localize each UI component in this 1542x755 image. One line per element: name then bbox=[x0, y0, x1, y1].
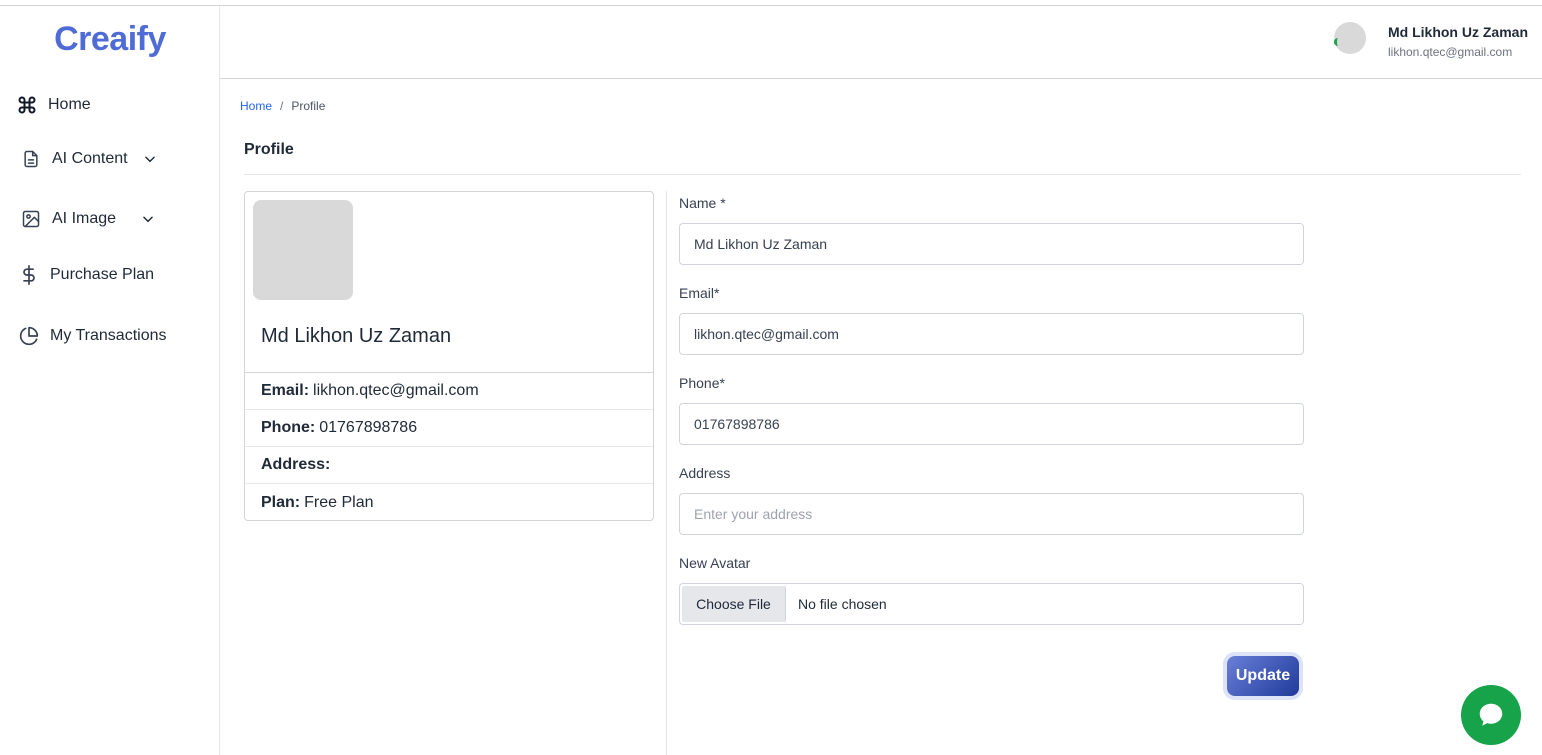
choose-file-button[interactable]: Choose File bbox=[682, 586, 786, 622]
sidebar-item-ai-image[interactable]: AI Image bbox=[20, 208, 156, 230]
online-status-indicator bbox=[1334, 38, 1342, 46]
command-icon bbox=[16, 94, 38, 116]
document-icon bbox=[20, 148, 42, 170]
top-header bbox=[220, 6, 1542, 79]
sidebar-item-label: Home bbox=[48, 96, 91, 113]
profile-details: Email: likhon.qtec@gmail.com Phone: 0176… bbox=[245, 372, 653, 521]
header-user-name[interactable]: Md Likhon Uz Zaman bbox=[1388, 24, 1528, 40]
column-divider bbox=[666, 191, 667, 755]
profile-email-label: Email: bbox=[261, 382, 310, 399]
page-title: Profile bbox=[244, 141, 294, 158]
breadcrumb-separator: / bbox=[280, 99, 284, 113]
email-label: Email* bbox=[679, 285, 720, 301]
name-label: Name * bbox=[679, 195, 726, 211]
profile-address-row: Address: bbox=[245, 447, 653, 484]
file-status-text: No file chosen bbox=[798, 596, 887, 612]
sidebar-item-label: Purchase Plan bbox=[50, 266, 155, 283]
chevron-down-icon[interactable] bbox=[142, 151, 158, 167]
phone-label: Phone* bbox=[679, 375, 725, 391]
profile-avatar bbox=[253, 200, 353, 300]
breadcrumb-current: Profile bbox=[291, 99, 326, 113]
breadcrumb-home-link[interactable]: Home bbox=[240, 99, 272, 113]
sidebar-item-label: My Transactions bbox=[50, 327, 167, 344]
avatar-file-input[interactable]: Choose File No file chosen bbox=[679, 583, 1304, 625]
title-divider bbox=[244, 174, 1521, 175]
header-user-email: likhon.qtec@gmail.com bbox=[1388, 45, 1513, 59]
profile-phone-row: Phone: 01767898786 bbox=[245, 410, 653, 447]
sidebar-item-home[interactable]: Home bbox=[16, 94, 91, 116]
sidebar-item-label: AI Content bbox=[52, 150, 128, 167]
update-button[interactable]: Update bbox=[1227, 656, 1299, 696]
profile-phone-value: 01767898786 bbox=[319, 419, 418, 436]
address-field[interactable] bbox=[679, 493, 1304, 535]
name-field[interactable] bbox=[679, 223, 1304, 265]
image-icon bbox=[20, 208, 42, 230]
profile-name: Md Likhon Uz Zaman bbox=[261, 325, 452, 347]
profile-plan-label: Plan: bbox=[261, 493, 301, 511]
profile-card: Md Likhon Uz Zaman Email: likhon.qtec@gm… bbox=[244, 191, 654, 521]
profile-plan-row: Plan: Free Plan bbox=[245, 484, 653, 521]
sidebar-item-label: AI Image bbox=[52, 210, 117, 227]
profile-phone-label: Phone: bbox=[261, 419, 316, 436]
dollar-icon bbox=[18, 264, 40, 286]
pie-chart-icon bbox=[18, 325, 40, 347]
profile-plan-value: Free Plan bbox=[304, 493, 374, 511]
phone-field[interactable] bbox=[679, 403, 1304, 445]
chevron-down-icon[interactable] bbox=[140, 211, 156, 227]
chat-bubble-icon bbox=[1479, 703, 1503, 726]
profile-email-value: likhon.qtec@gmail.com bbox=[313, 382, 479, 399]
email-field[interactable] bbox=[679, 313, 1304, 355]
sidebar-item-my-transactions[interactable]: My Transactions bbox=[18, 325, 166, 347]
sidebar: Creaify Home AI Content AI Image Purchas… bbox=[0, 6, 220, 755]
chat-widget-button[interactable] bbox=[1461, 685, 1521, 745]
user-avatar[interactable] bbox=[1334, 22, 1368, 56]
address-label: Address bbox=[679, 465, 731, 481]
sidebar-item-ai-content[interactable]: AI Content bbox=[20, 148, 158, 170]
app-logo[interactable]: Creaify bbox=[0, 20, 220, 59]
avatar bbox=[1334, 22, 1366, 54]
profile-email-row: Email: likhon.qtec@gmail.com bbox=[245, 373, 653, 410]
breadcrumb: Home / Profile bbox=[240, 99, 325, 113]
sidebar-item-purchase-plan[interactable]: Purchase Plan bbox=[18, 264, 154, 286]
avatar-label: New Avatar bbox=[679, 555, 751, 571]
profile-address-label: Address: bbox=[261, 456, 331, 473]
